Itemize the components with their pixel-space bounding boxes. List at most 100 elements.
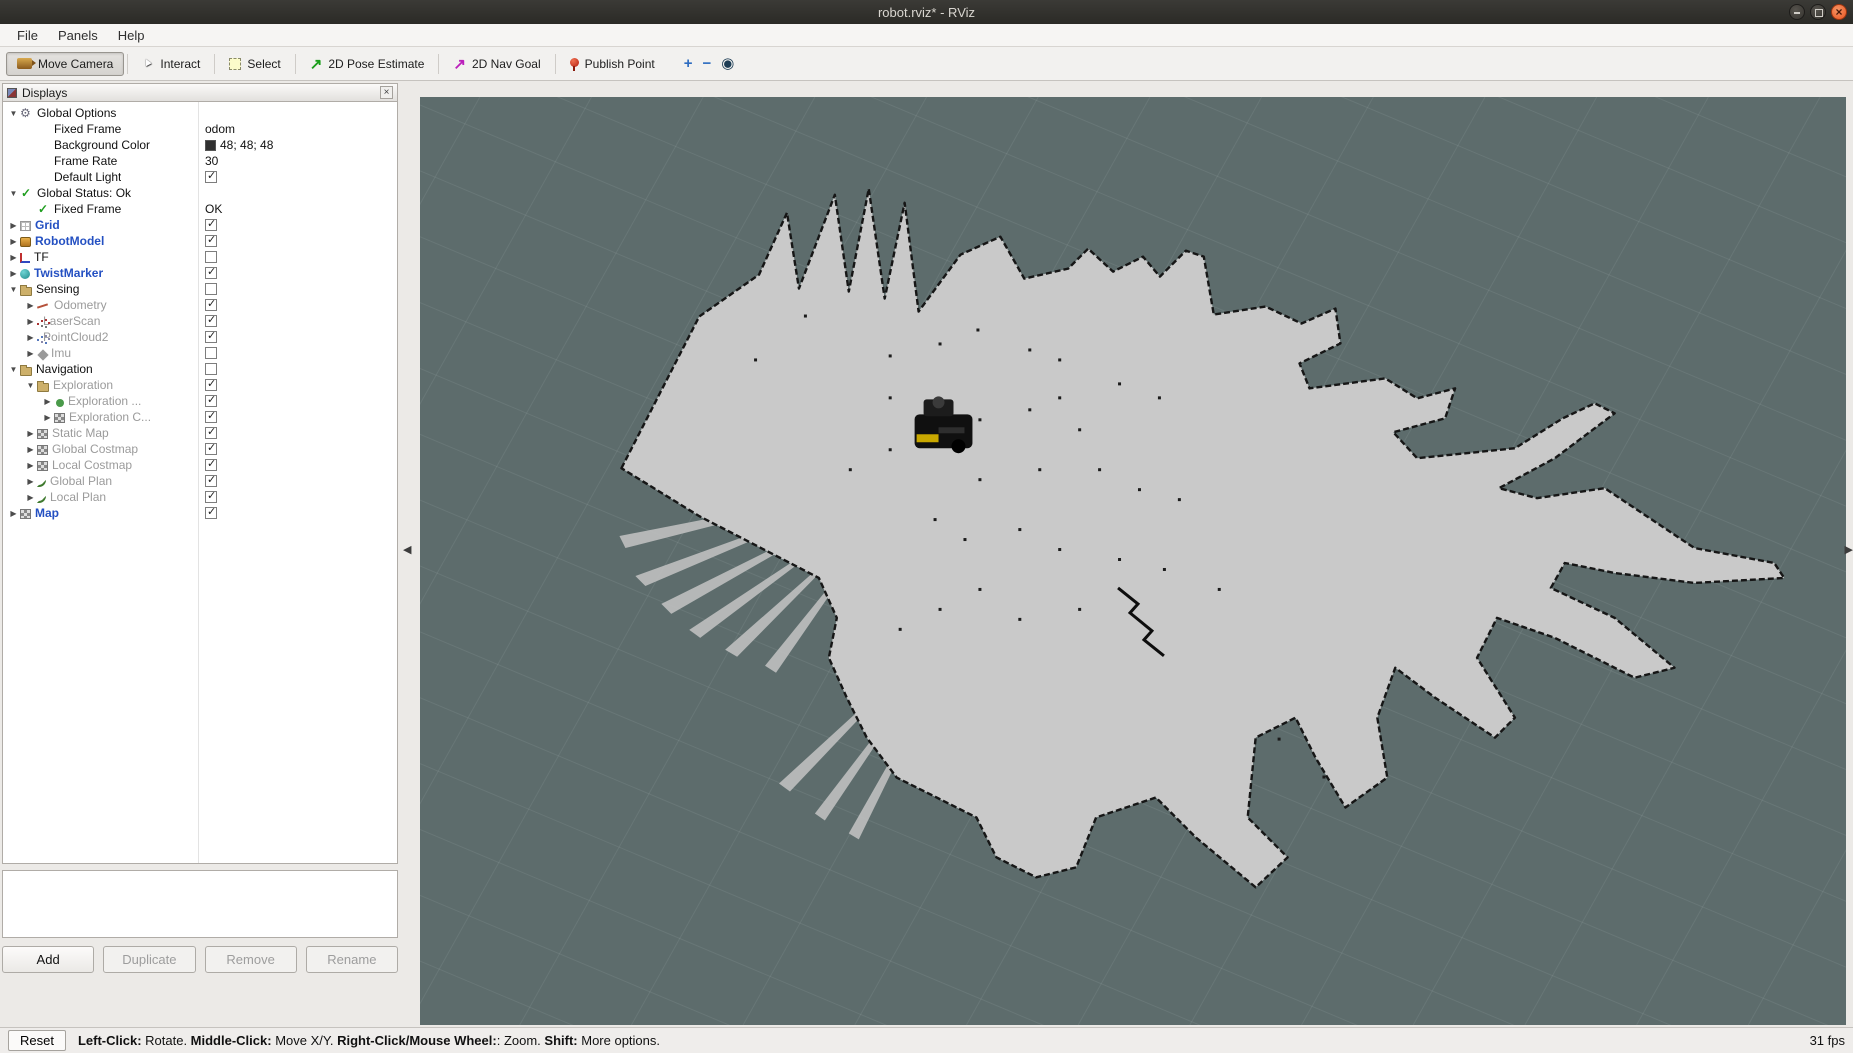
row-value[interactable]: [202, 425, 217, 441]
tree-row-sensing[interactable]: ▼Sensing: [3, 281, 397, 297]
tree-row-laserscan[interactable]: ▶LaserScan: [3, 313, 397, 329]
expander-closed-icon[interactable]: ▶: [24, 445, 37, 454]
checkbox-unchecked[interactable]: [205, 347, 217, 359]
row-value[interactable]: 30: [202, 153, 218, 169]
row-value[interactable]: OK: [202, 201, 222, 217]
tree-row-global-options[interactable]: ▼Global Options: [3, 105, 397, 121]
tree-row-grid[interactable]: ▶Grid: [3, 217, 397, 233]
expander-closed-icon[interactable]: ▶: [24, 461, 37, 470]
menu-item-file[interactable]: File: [8, 26, 47, 45]
tree-row-fixed-frame[interactable]: Fixed FrameOK: [3, 201, 397, 217]
tree-row-global-costmap[interactable]: ▶Global Costmap: [3, 441, 397, 457]
expander-closed-icon[interactable]: ▶: [24, 301, 37, 310]
checkbox-checked[interactable]: [205, 315, 217, 327]
tool-2d-pose-estimate[interactable]: 2D Pose Estimate: [299, 50, 436, 78]
tree-row-local-costmap[interactable]: ▶Local Costmap: [3, 457, 397, 473]
tree-row-background-color[interactable]: Background Color48; 48; 48: [3, 137, 397, 153]
tree-row-twistmarker[interactable]: ▶TwistMarker: [3, 265, 397, 281]
expander-open-icon[interactable]: ▼: [7, 109, 20, 118]
expander-closed-icon[interactable]: ▶: [41, 397, 54, 406]
checkbox-checked[interactable]: [205, 267, 217, 279]
checkbox-checked[interactable]: [205, 411, 217, 423]
tree-row-tf[interactable]: ▶TF: [3, 249, 397, 265]
focus-icon[interactable]: ◉: [721, 56, 734, 72]
row-value[interactable]: 48; 48; 48: [202, 137, 273, 153]
tree-row-static-map[interactable]: ▶Static Map: [3, 425, 397, 441]
tree-row-fixed-frame[interactable]: Fixed Frameodom: [3, 121, 397, 137]
menu-item-help[interactable]: Help: [109, 26, 154, 45]
expander-closed-icon[interactable]: ▶: [7, 509, 20, 518]
checkbox-checked[interactable]: [205, 491, 217, 503]
checkbox-checked[interactable]: [205, 395, 217, 407]
row-value[interactable]: [202, 281, 217, 297]
row-value[interactable]: [202, 361, 217, 377]
expander-closed-icon[interactable]: ▶: [7, 269, 20, 278]
row-value[interactable]: [202, 297, 217, 313]
checkbox-unchecked[interactable]: [205, 251, 217, 263]
checkbox-checked[interactable]: [205, 235, 217, 247]
row-value[interactable]: [202, 329, 217, 345]
row-value[interactable]: [202, 473, 217, 489]
expander-closed-icon[interactable]: ▶: [24, 317, 37, 326]
tree-row-local-plan[interactable]: ▶Local Plan: [3, 489, 397, 505]
tree-row-default-light[interactable]: Default Light: [3, 169, 397, 185]
maximize-icon[interactable]: [1810, 4, 1826, 20]
tree-row-frame-rate[interactable]: Frame Rate30: [3, 153, 397, 169]
tree-row-global-plan[interactable]: ▶Global Plan: [3, 473, 397, 489]
remove-button[interactable]: Remove: [205, 946, 297, 973]
render-viewport-3d[interactable]: [420, 97, 1846, 1025]
panel-collapse-right-icon[interactable]: ▶: [1845, 543, 1853, 556]
row-value[interactable]: [202, 505, 217, 521]
row-value[interactable]: [202, 457, 217, 473]
minimize-icon[interactable]: [1789, 4, 1805, 20]
expander-closed-icon[interactable]: ▶: [24, 333, 37, 342]
tree-row-exploration[interactable]: ▼Exploration: [3, 377, 397, 393]
row-value[interactable]: [202, 265, 217, 281]
checkbox-checked[interactable]: [205, 507, 217, 519]
menu-item-panels[interactable]: Panels: [49, 26, 107, 45]
tree-row-exploration-c[interactable]: ▶Exploration C...: [3, 409, 397, 425]
tool-2d-nav-goal[interactable]: 2D Nav Goal: [442, 50, 551, 78]
tool-select[interactable]: Select: [218, 52, 291, 76]
row-value[interactable]: [202, 489, 217, 505]
expander-open-icon[interactable]: ▼: [24, 381, 37, 390]
expander-closed-icon[interactable]: ▶: [24, 349, 37, 358]
tree-row-navigation[interactable]: ▼Navigation: [3, 361, 397, 377]
row-value[interactable]: [202, 249, 217, 265]
duplicate-button[interactable]: Duplicate: [103, 946, 195, 973]
rename-button[interactable]: Rename: [306, 946, 398, 973]
expander-closed-icon[interactable]: ▶: [24, 477, 37, 486]
checkbox-unchecked[interactable]: [205, 363, 217, 375]
tree-row-exploration[interactable]: ▶Exploration ...: [3, 393, 397, 409]
expander-open-icon[interactable]: ▼: [7, 189, 20, 198]
expander-closed-icon[interactable]: ▶: [7, 253, 20, 262]
close-icon[interactable]: ×: [1831, 4, 1847, 20]
checkbox-checked[interactable]: [205, 171, 217, 183]
row-value[interactable]: [202, 409, 217, 425]
add-button[interactable]: Add: [2, 946, 94, 973]
panel-close-icon[interactable]: ×: [380, 86, 393, 99]
checkbox-checked[interactable]: [205, 443, 217, 455]
checkbox-checked[interactable]: [205, 379, 217, 391]
expander-closed-icon[interactable]: ▶: [24, 429, 37, 438]
tree-row-robotmodel[interactable]: ▶RobotModel: [3, 233, 397, 249]
expander-closed-icon[interactable]: ▶: [7, 221, 20, 230]
row-value[interactable]: [202, 441, 217, 457]
row-value[interactable]: [202, 345, 217, 361]
checkbox-unchecked[interactable]: [205, 283, 217, 295]
checkbox-checked[interactable]: [205, 331, 217, 343]
tool-interact[interactable]: Interact: [131, 52, 211, 76]
row-value[interactable]: odom: [202, 121, 235, 137]
row-value[interactable]: [202, 169, 217, 185]
expander-open-icon[interactable]: ▼: [7, 285, 20, 294]
tree-row-imu[interactable]: ▶Imu: [3, 345, 397, 361]
row-value[interactable]: [202, 313, 217, 329]
panel-collapse-left-icon[interactable]: ◀: [403, 543, 411, 556]
tree-row-pointcloud2[interactable]: ▶PointCloud2: [3, 329, 397, 345]
row-value[interactable]: [202, 393, 217, 409]
tree-row-global-status-ok[interactable]: ▼Global Status: Ok: [3, 185, 397, 201]
expander-open-icon[interactable]: ▼: [7, 365, 20, 374]
expander-closed-icon[interactable]: ▶: [7, 237, 20, 246]
expander-closed-icon[interactable]: ▶: [24, 493, 37, 502]
checkbox-checked[interactable]: [205, 459, 217, 471]
